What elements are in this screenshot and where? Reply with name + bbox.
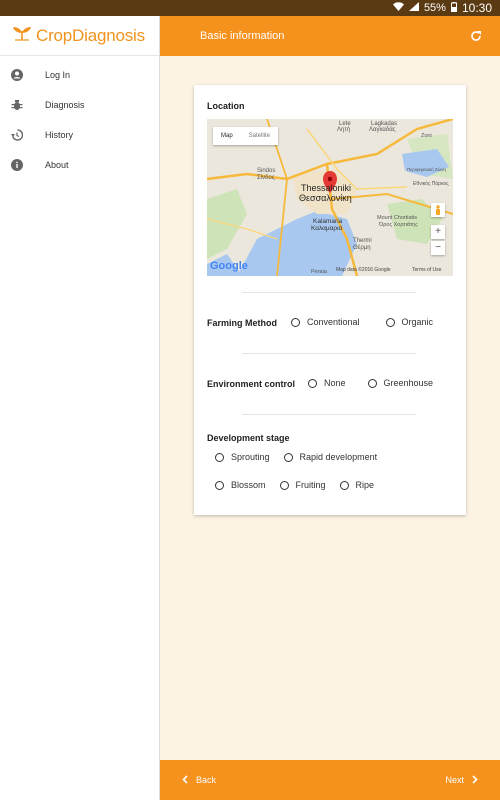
radio-none[interactable]: None [308, 378, 346, 388]
radio-label: Sprouting [231, 452, 270, 462]
radio-circle [283, 452, 293, 462]
refresh-icon[interactable] [466, 26, 486, 46]
sidebar-item-label: History [45, 130, 74, 140]
zoom-out-button[interactable]: − [431, 241, 445, 255]
radio-circle [279, 480, 289, 490]
farming-method-label: Farming Method [207, 318, 277, 328]
battery-icon [450, 1, 457, 15]
pegman-icon[interactable] [431, 203, 445, 217]
location-map[interactable]: Map Satellite Lete Λητή Lagkadas Λαγκαδά… [207, 119, 453, 276]
divider [242, 292, 416, 293]
radio-sprouting[interactable]: Sprouting [215, 452, 270, 462]
map-tab-map[interactable]: Map [213, 127, 241, 145]
map-place-label: Εθνικός Πάρκος [413, 181, 449, 187]
radio-circle [385, 317, 395, 327]
chevron-left-icon [182, 774, 188, 786]
info-icon [11, 159, 23, 171]
divider [242, 414, 416, 415]
chevron-right-icon [472, 774, 478, 786]
map-place-label: Όρος Χορτιάτης [379, 222, 418, 228]
location-label: Location [207, 101, 245, 111]
sprout-logo-icon [12, 25, 32, 46]
bug-icon [11, 99, 23, 111]
sidebar-item-history[interactable]: History [0, 120, 159, 150]
radio-ripe[interactable]: Ripe [339, 480, 375, 490]
app-logo: CropDiagnosis [0, 16, 159, 56]
map-city-label-greek: Θεσσαλονίκη [299, 193, 352, 203]
map-place-label: Zoni [421, 133, 432, 139]
radio-label: Greenhouse [383, 378, 434, 388]
radio-label: Blossom [231, 480, 266, 490]
environment-control-group: None Greenhouse [308, 378, 447, 388]
zoom-in-button[interactable]: + [431, 225, 445, 239]
map-place-label: Thermi [353, 238, 372, 244]
map-attribution: Map data ©2016 Google [336, 267, 391, 273]
radio-organic[interactable]: Organic [385, 317, 434, 327]
radio-rapid-development[interactable]: Rapid development [283, 452, 378, 462]
radio-circle [215, 480, 224, 490]
map-place-label: Καλαμαριά [311, 225, 343, 232]
navigation-drawer: CropDiagnosis Log In Diagnosis History A… [0, 16, 160, 800]
radio-label: Fruiting [295, 480, 326, 490]
radio-label: Rapid development [299, 452, 378, 462]
back-label: Back [196, 775, 217, 785]
account-circle-icon [11, 69, 23, 81]
development-stage-label: Development stage [207, 433, 290, 443]
map-place-label: Σίνδος [257, 175, 275, 181]
map-place-label: Λητή [337, 127, 351, 133]
sidebar-item-label: Log In [45, 70, 71, 80]
radio-label: None [324, 378, 346, 388]
map-place-label: Sindos [257, 168, 276, 174]
radio-label: Ripe [355, 480, 375, 490]
sidebar-item-label: About [45, 160, 69, 170]
radio-blossom[interactable]: Blossom [215, 480, 266, 490]
sidebar-item-about[interactable]: About [0, 150, 159, 180]
clock: 10:30 [461, 1, 492, 15]
map-place-label: Mount Chortiatis [377, 215, 418, 221]
bottom-nav-bar: Back Next [160, 760, 500, 800]
sidebar-item-log-in[interactable]: Log In [0, 60, 159, 90]
radio-greenhouse[interactable]: Greenhouse [367, 378, 434, 388]
map-terms-link[interactable]: Terms of Use [412, 267, 441, 273]
radio-label: Conventional [307, 317, 360, 327]
wifi-icon [392, 2, 404, 14]
app-name: CropDiagnosis [36, 25, 145, 45]
map-place-label: Peraia [311, 269, 327, 275]
battery-level: 55% [423, 2, 446, 14]
map-city-label: Thessaloniki [301, 183, 352, 193]
next-button[interactable]: Next [423, 774, 500, 786]
app-bar: Basic information [160, 16, 500, 56]
status-bar: 55% 10:30 [0, 0, 500, 16]
google-logo: Google [210, 260, 248, 272]
development-stage-group-row-2: Blossom Fruiting Ripe [215, 480, 388, 490]
back-button[interactable]: Back [160, 774, 238, 786]
history-icon [11, 129, 23, 141]
radio-circle [215, 452, 224, 462]
map-tab-satellite[interactable]: Satellite [241, 127, 278, 145]
radio-circle [291, 317, 300, 327]
radio-circle [367, 378, 377, 388]
next-label: Next [445, 775, 464, 785]
map-place-label: Λαγκαδάς [369, 127, 396, 133]
development-stage-group-row-1: Sprouting Rapid development [215, 452, 391, 462]
farming-method-group: Conventional Organic [291, 317, 447, 327]
environment-control-label: Environment control [207, 379, 296, 389]
map-type-control: Map Satellite [213, 127, 279, 145]
radio-conventional[interactable]: Conventional [291, 317, 360, 327]
radio-fruiting[interactable]: Fruiting [279, 480, 326, 490]
radio-circle [308, 378, 317, 388]
radio-label: Organic [401, 317, 434, 327]
basic-info-card: Location Map Satellite Lete Λητή Lagkada… [194, 85, 466, 515]
map-place-label: Θέρμη [353, 245, 371, 251]
divider [242, 353, 416, 354]
page-title: Basic information [200, 30, 285, 42]
sidebar-item-label: Diagnosis [45, 100, 85, 110]
map-place-label: Περιφερειακή Ζώνη [407, 167, 446, 172]
map-place-label: Kalamaria [313, 218, 343, 225]
signal-icon [408, 2, 419, 14]
radio-circle [339, 480, 349, 490]
sidebar-item-diagnosis[interactable]: Diagnosis [0, 90, 159, 120]
